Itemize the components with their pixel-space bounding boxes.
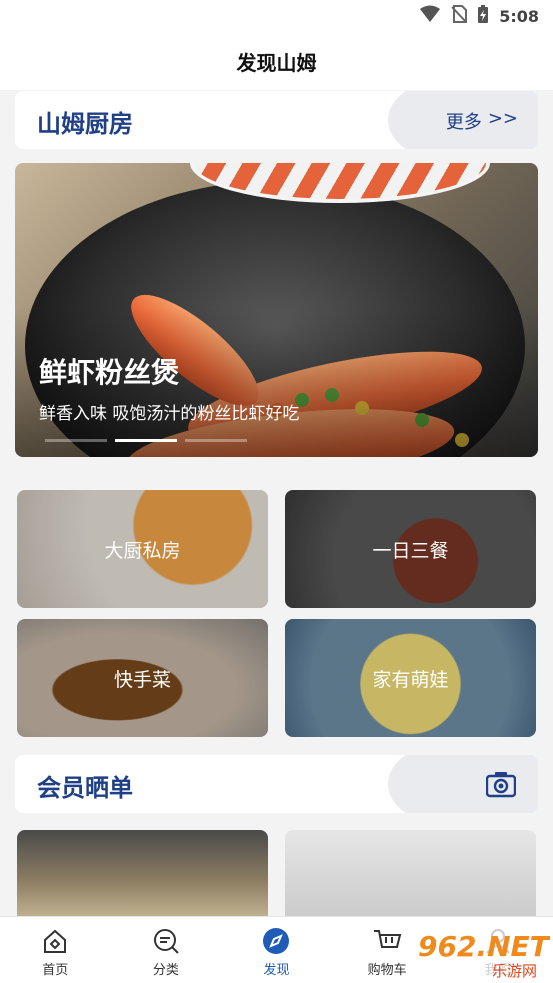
- banner-decoration-line: [366, 755, 426, 813]
- hero-carousel[interactable]: 鲜虾粉丝煲 鲜香入味 吸饱汤汁的粉丝比虾好吃: [15, 163, 538, 457]
- nav-item-category[interactable]: 分类: [111, 917, 222, 983]
- category-tile-quick-dishes[interactable]: 快手菜: [17, 619, 268, 737]
- page-title: 发现山姆: [236, 50, 317, 75]
- carousel-indicator: [45, 439, 247, 442]
- category-tile-label: 家有萌娃: [285, 619, 536, 737]
- kitchen-section-header: 山姆厨房 更多 >>: [15, 91, 538, 149]
- carousel-dot[interactable]: [185, 439, 247, 442]
- nav-item-home[interactable]: 首页: [0, 917, 111, 983]
- carousel-dot-active[interactable]: [115, 439, 177, 442]
- camera-icon[interactable]: [485, 770, 517, 798]
- clock: 5:08: [499, 6, 539, 26]
- cart-icon: [372, 927, 402, 955]
- watermark-logo: 962.NET 乐游网: [414, 928, 551, 980]
- carousel-dot[interactable]: [45, 439, 107, 442]
- category-tile-label: 快手菜: [17, 619, 268, 737]
- compass-icon: [262, 927, 290, 955]
- nav-label: 发现: [263, 963, 290, 978]
- home-icon: [41, 927, 69, 955]
- category-tile-three-meals[interactable]: 一日三餐: [285, 490, 536, 608]
- category-tile-label: 一日三餐: [285, 490, 536, 608]
- watermark-subtext: 乐游网: [492, 962, 537, 980]
- app-header: 发现山姆: [0, 32, 553, 90]
- nav-item-discover[interactable]: 发现: [221, 917, 332, 983]
- more-button[interactable]: 更多 >>: [446, 108, 518, 134]
- kitchen-section-title: 山姆厨房: [37, 110, 133, 138]
- double-chevron-right-icon: >>: [487, 108, 518, 129]
- category-tile-chef[interactable]: 大厨私房: [17, 490, 268, 608]
- status-bar: 5:08: [0, 0, 553, 32]
- battery-charging-icon: [477, 4, 489, 28]
- category-tile-kids[interactable]: 家有萌娃: [285, 619, 536, 737]
- no-sim-icon: [451, 5, 468, 27]
- banner-decoration-line: [366, 91, 426, 149]
- category-search-icon: [152, 927, 180, 955]
- wifi-icon: [419, 5, 441, 27]
- member-post-photo[interactable]: [285, 830, 536, 930]
- watermark-text: 962.NET: [418, 930, 550, 963]
- member-post-photo[interactable]: [17, 830, 268, 930]
- member-section-title: 会员晒单: [37, 774, 133, 802]
- more-label: 更多: [445, 112, 482, 133]
- hero-subtitle: 鲜香入味 吸饱汤汁的粉丝比虾好吃: [39, 404, 300, 424]
- nav-label: 分类: [152, 963, 179, 978]
- nav-label: 购物车: [367, 963, 407, 978]
- nav-label: 首页: [42, 963, 69, 978]
- category-tile-label: 大厨私房: [17, 490, 268, 608]
- hero-title: 鲜虾粉丝煲: [39, 356, 180, 389]
- member-section-header: 会员晒单: [15, 755, 538, 813]
